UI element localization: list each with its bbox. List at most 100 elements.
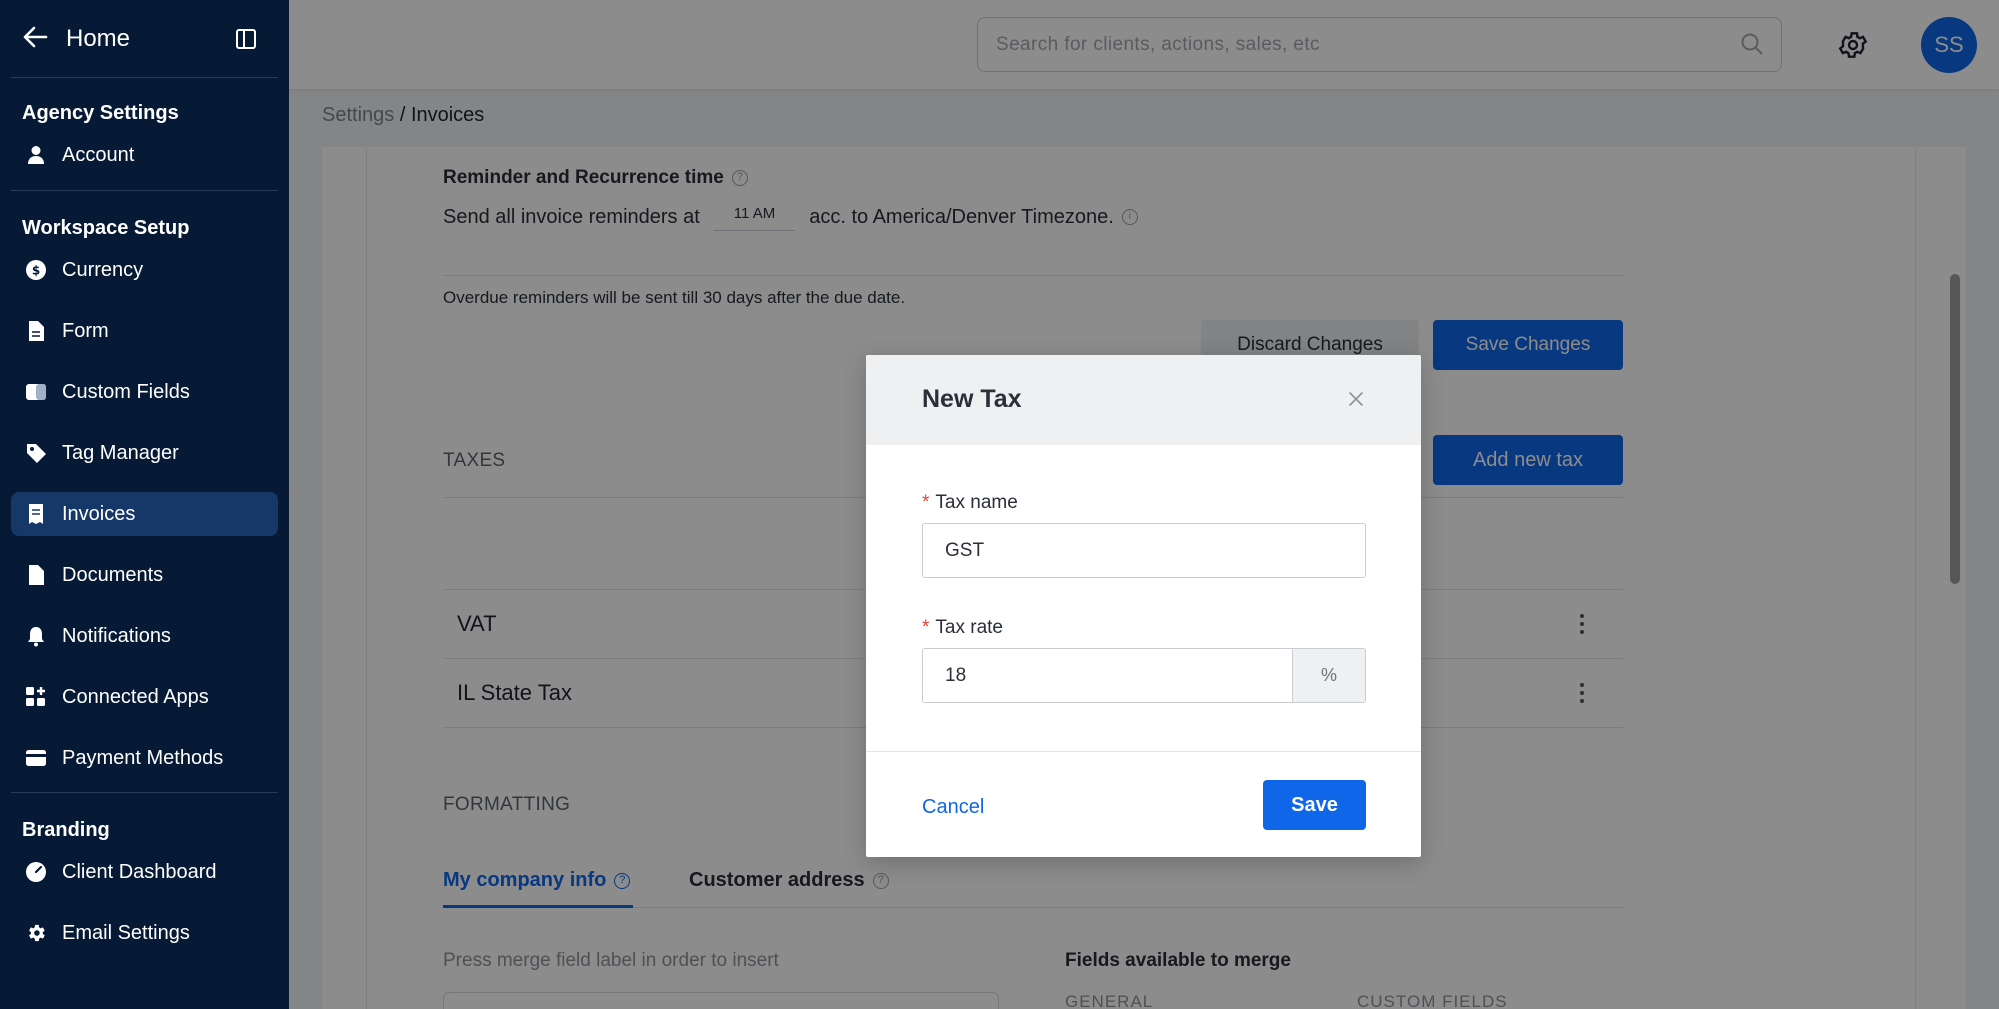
document-icon	[24, 319, 48, 343]
new-tax-modal: New Tax *Tax name *Tax rate % Cancel Sav…	[866, 355, 1421, 857]
search-box[interactable]	[977, 17, 1782, 72]
back-arrow-icon[interactable]	[22, 24, 48, 54]
sidebar-item-label: Form	[62, 319, 109, 342]
tab-my-company-info[interactable]: My company info?	[443, 869, 631, 892]
user-icon	[24, 143, 48, 167]
gear-icon	[24, 921, 48, 945]
sidebar-item-documents[interactable]: Documents	[11, 553, 278, 597]
reminder-title-text: Reminder and Recurrence time	[443, 167, 724, 188]
tax-name-label: * Tax name	[922, 492, 1018, 514]
scrollbar[interactable]	[1950, 147, 1960, 1009]
tab-customer-address[interactable]: Customer address?	[689, 869, 889, 892]
more-options-icon[interactable]	[1580, 683, 1585, 707]
file-icon	[24, 563, 48, 587]
tab-label: My company info	[443, 869, 607, 891]
breadcrumb-settings[interactable]: Settings	[322, 104, 394, 126]
sidebar-item-label: Custom Fields	[62, 380, 190, 403]
reminder-time-select[interactable]: 11 AM	[713, 203, 796, 231]
sidebar: Home Agency Settings Account Workspace S…	[0, 0, 289, 1009]
tax-rate-input[interactable]	[923, 649, 1292, 702]
home-link[interactable]: Home	[66, 25, 236, 53]
sidebar-item-custom-fields[interactable]: Custom Fields	[11, 370, 278, 414]
custom-fields-label: CUSTOM FIELDS	[1357, 992, 1508, 1009]
sidebar-item-label: Currency	[62, 258, 144, 281]
toggle-icon	[24, 380, 48, 404]
tax-rate-label: * Tax rate	[922, 617, 1003, 639]
top-bar: SS	[289, 0, 1999, 89]
active-tab-indicator	[443, 905, 633, 908]
tab-label: Customer address	[689, 869, 865, 891]
add-new-tax-button[interactable]: Add new tax	[1433, 435, 1623, 485]
sidebar-item-label: Tag Manager	[62, 441, 179, 464]
section-workspace-setup: Workspace Setup	[22, 217, 190, 239]
formatting-section-title: FORMATTING	[443, 794, 571, 815]
card-icon	[24, 746, 48, 770]
modal-footer-divider	[866, 751, 1421, 752]
breadcrumb: Settings / Invoices	[322, 104, 484, 127]
search-icon[interactable]	[1741, 33, 1763, 55]
breadcrumb-invoices: Invoices	[410, 104, 485, 126]
bell-icon	[24, 624, 48, 648]
tax-name: VAT	[457, 611, 497, 636]
sidebar-item-currency[interactable]: $ Currency	[11, 248, 278, 292]
reminder-prefix: Send all invoice reminders at	[443, 205, 700, 228]
help-icon[interactable]: ?	[614, 872, 631, 889]
fields-available-title: Fields available to merge	[1065, 950, 1291, 971]
sidebar-item-account[interactable]: Account	[11, 133, 278, 177]
tax-name-label-text: Tax name	[935, 492, 1018, 513]
merge-hint: Press merge field label in order to inse…	[443, 950, 779, 971]
sidebar-item-tag-manager[interactable]: Tag Manager	[11, 431, 278, 475]
merge-editor[interactable]	[443, 992, 999, 1009]
sidebar-item-client-dashboard[interactable]: Client Dashboard	[11, 850, 278, 894]
sidebar-item-label: Payment Methods	[62, 746, 224, 769]
modal-title: New Tax	[922, 385, 1022, 413]
avatar[interactable]: SS	[1921, 17, 1977, 73]
help-icon[interactable]: ?	[872, 872, 889, 889]
collapse-sidebar-icon[interactable]	[236, 28, 256, 49]
tax-name: IL State Tax	[457, 680, 572, 705]
search-input[interactable]	[978, 18, 1698, 71]
sidebar-item-payment-methods[interactable]: Payment Methods	[11, 736, 278, 780]
sidebar-divider	[11, 190, 278, 191]
modal-header: New Tax	[866, 355, 1421, 445]
save-button[interactable]: Save	[1263, 780, 1366, 830]
info-icon[interactable]: i	[1121, 209, 1138, 225]
reminder-suffix: acc. to America/Denver Timezone.	[809, 205, 1114, 228]
tax-name-input[interactable]	[922, 523, 1366, 578]
taxes-section-title: TAXES	[443, 450, 506, 471]
tag-icon	[24, 441, 48, 465]
sidebar-divider	[11, 792, 278, 793]
general-fields-label: GENERAL	[1065, 992, 1154, 1009]
more-options-icon[interactable]	[1580, 614, 1585, 638]
sidebar-item-connected-apps[interactable]: Connected Apps	[11, 675, 278, 719]
help-icon[interactable]: ?	[731, 169, 748, 186]
divider	[443, 275, 1623, 276]
sidebar-header: Home	[11, 0, 278, 78]
section-branding: Branding	[22, 819, 110, 841]
sidebar-item-label: Documents	[62, 563, 164, 586]
settings-gear-icon[interactable]	[1837, 29, 1869, 61]
tax-rate-group: %	[922, 648, 1366, 703]
section-agency-settings: Agency Settings	[22, 102, 179, 124]
sidebar-item-label: Invoices	[62, 502, 136, 525]
sidebar-item-label: Email Settings	[62, 921, 190, 944]
close-icon[interactable]	[1347, 390, 1365, 408]
sidebar-item-notifications[interactable]: Notifications	[11, 614, 278, 658]
save-changes-button[interactable]: Save Changes	[1433, 320, 1623, 370]
cancel-button[interactable]: Cancel	[922, 796, 984, 819]
sidebar-item-label: Account	[62, 143, 135, 166]
sidebar-item-form[interactable]: Form	[11, 309, 278, 353]
invoice-icon	[24, 502, 48, 526]
sidebar-item-label: Connected Apps	[62, 685, 209, 708]
sidebar-item-label: Notifications	[62, 624, 171, 647]
sidebar-item-invoices[interactable]: Invoices	[11, 492, 278, 536]
sidebar-item-email-settings[interactable]: Email Settings	[11, 911, 278, 955]
scrollbar-thumb[interactable]	[1950, 274, 1960, 584]
tax-rate-label-text: Tax rate	[935, 617, 1003, 638]
percent-suffix: %	[1292, 649, 1365, 702]
overdue-note: Overdue reminders will be sent till 30 d…	[443, 288, 906, 307]
sidebar-item-label: Client Dashboard	[62, 860, 217, 883]
required-marker: *	[922, 617, 930, 638]
dollar-icon: $	[24, 258, 48, 282]
required-marker: *	[922, 492, 930, 513]
